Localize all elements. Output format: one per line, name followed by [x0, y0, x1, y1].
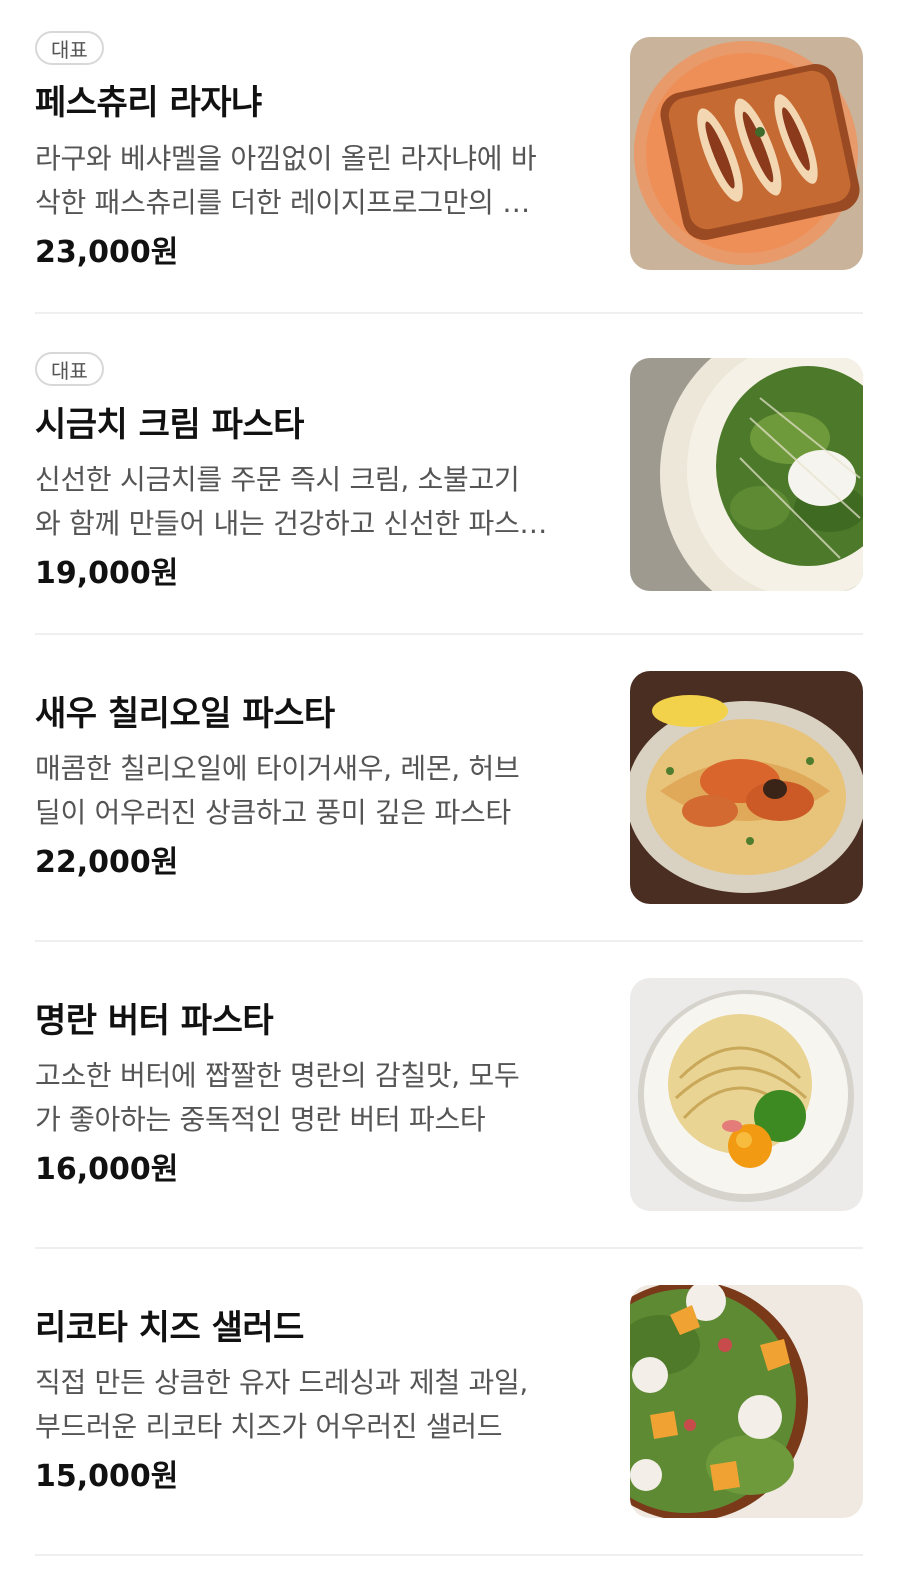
signature-badge: 대표 [35, 31, 104, 65]
description-line: 신선한 시금치를 주문 즉시 크림, 소불고기 [35, 463, 520, 496]
menu-item-price: 22,000원 [35, 845, 179, 880]
description-line: 고소한 버터에 짭짤한 명란의 감칠맛, 모두 [35, 1059, 520, 1092]
menu-item-name: 시금치 크림 파스타 [35, 405, 304, 445]
menu-item-name: 새우 칠리오일 파스타 [35, 694, 335, 734]
menu-item-price: 23,000원 [35, 235, 179, 270]
menu-item-spinach-cream-pasta[interactable]: 대표 시금치 크림 파스타 신선한 시금치를 주문 즉시 크림, 소불고기 와 … [0, 321, 900, 635]
menu-item-price: 15,000원 [35, 1459, 179, 1494]
description-line: 딜이 어우러진 상큼하고 풍미 깊은 파스타 [35, 796, 511, 829]
divider [35, 1554, 863, 1556]
signature-badge: 대표 [35, 352, 104, 386]
menu-item-mentaiko-butter-pasta[interactable]: 명란 버터 파스타 고소한 버터에 짭짤한 명란의 감칠맛, 모두 가 좋아하는… [0, 941, 900, 1249]
description-line: 매콤한 칠리오일에 타이거새우, 레몬, 허브 [35, 752, 520, 785]
menu-item-description: 라구와 베샤멜을 아낌없이 올린 라자냐에 바 삭한 패스츄리를 더한 레이지프… [35, 137, 595, 225]
spinach-pasta-photo[interactable] [630, 358, 863, 591]
menu-item-description: 직접 만든 상큼한 유자 드레싱과 제철 과일, 부드러운 리코타 치즈가 어우… [35, 1361, 595, 1449]
menu-item-description: 신선한 시금치를 주문 즉시 크림, 소불고기 와 함께 만들어 내는 건강하고… [35, 458, 595, 546]
menu-item-description: 고소한 버터에 짭짤한 명란의 감칠맛, 모두 가 좋아하는 중독적인 명란 버… [35, 1054, 595, 1142]
description-line: 가 좋아하는 중독적인 명란 버터 파스타 [35, 1103, 486, 1136]
divider [35, 312, 863, 314]
menu-item-name: 리코타 치즈 샐러드 [35, 1308, 304, 1348]
lasagna-photo[interactable] [630, 37, 863, 270]
mentaiko-pasta-photo[interactable] [630, 978, 863, 1211]
description-line: 와 함께 만들어 내는 건강하고 신선한 파스… [35, 507, 548, 540]
menu-item-description: 매콤한 칠리오일에 타이거새우, 레몬, 허브 딜이 어우러진 상큼하고 풍미 … [35, 747, 595, 835]
description-line: 라구와 베샤멜을 아낌없이 올린 라자냐에 바 [35, 142, 537, 175]
menu-item-price: 19,000원 [35, 556, 179, 591]
shrimp-pasta-photo[interactable] [630, 671, 863, 904]
menu-item-name: 명란 버터 파스타 [35, 1001, 274, 1041]
description-line: 삭한 패스츄리를 더한 레이지프로그만의 … [35, 186, 530, 219]
description-line: 직접 만든 상큼한 유자 드레싱과 제철 과일, [35, 1366, 529, 1399]
menu-item-ricotta-cheese-salad[interactable]: 리코타 치즈 샐러드 직접 만든 상큼한 유자 드레싱과 제철 과일, 부드러운… [0, 1248, 900, 1556]
ricotta-salad-photo[interactable] [630, 1285, 863, 1518]
description-line: 부드러운 리코타 치즈가 어우러진 샐러드 [35, 1410, 503, 1443]
menu-item-pastry-lasagna[interactable]: 대표 페스츄리 라자냐 라구와 베샤멜을 아낌없이 올린 라자냐에 바 삭한 패… [0, 0, 900, 314]
menu-list: 대표 페스츄리 라자냐 라구와 베샤멜을 아낌없이 올린 라자냐에 바 삭한 패… [0, 0, 900, 1570]
menu-item-name: 페스츄리 라자냐 [35, 83, 262, 123]
menu-item-shrimp-chili-oil-pasta[interactable]: 새우 칠리오일 파스타 매콤한 칠리오일에 타이거새우, 레몬, 허브 딜이 어… [0, 634, 900, 942]
menu-item-price: 16,000원 [35, 1152, 179, 1187]
